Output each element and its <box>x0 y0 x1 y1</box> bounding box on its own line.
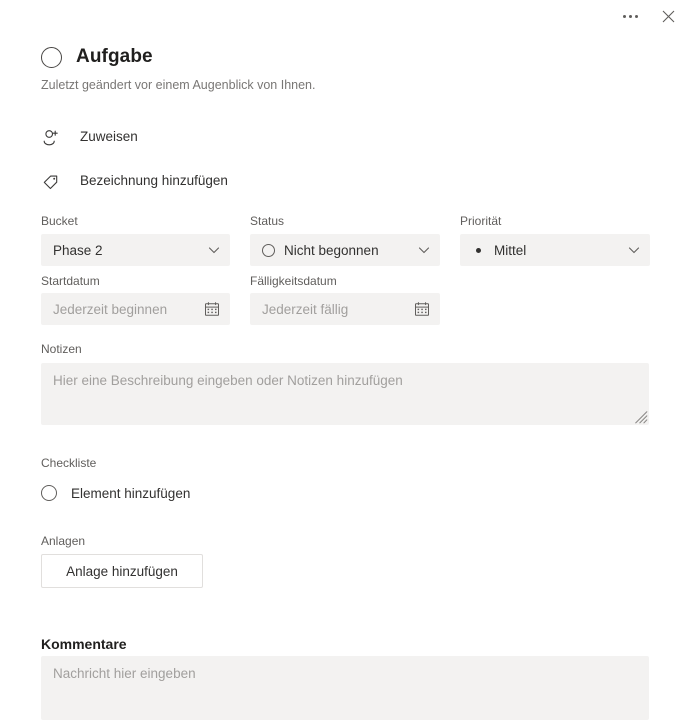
tag-label-icon <box>41 171 62 192</box>
status-select[interactable]: Nicht begonnen <box>250 234 440 266</box>
priority-label: Priorität <box>460 214 502 228</box>
chevron-down-icon <box>418 247 430 254</box>
status-label: Status <box>250 214 285 228</box>
circle-incomplete-icon <box>41 485 57 501</box>
task-title-row: Aufgabe <box>41 45 647 69</box>
assign-label: Zuweisen <box>80 129 138 144</box>
ellipsis-icon <box>622 14 638 18</box>
due-date-field[interactable]: Jederzeit fällig <box>250 293 440 325</box>
chevron-down-icon <box>208 247 220 254</box>
close-button[interactable] <box>649 0 687 32</box>
task-header: Aufgabe Zuletzt geändert vor einem Augen… <box>41 45 647 93</box>
start-date-field[interactable]: Jederzeit beginnen <box>41 293 230 325</box>
window-controls <box>611 0 687 32</box>
start-date-label: Startdatum <box>41 274 100 288</box>
circle-incomplete-icon <box>262 243 275 257</box>
more-options-button[interactable] <box>611 0 649 32</box>
checklist-add-item[interactable]: Element hinzufügen <box>41 482 190 504</box>
dot-medium-icon <box>472 247 485 253</box>
bucket-select[interactable]: Phase 2 <box>41 234 230 266</box>
bucket-label: Bucket <box>41 214 78 228</box>
status-value: Nicht begonnen <box>284 242 379 258</box>
priority-value: Mittel <box>494 242 527 258</box>
due-date-value: Jederzeit fällig <box>262 301 349 317</box>
assign-person-icon <box>41 127 62 148</box>
bucket-value: Phase 2 <box>53 242 103 258</box>
due-date-label: Fälligkeitsdatum <box>250 274 337 288</box>
comments-input[interactable] <box>41 656 649 720</box>
calendar-icon <box>415 302 429 316</box>
add-label-row[interactable]: Bezeichnung hinzufügen <box>41 168 228 194</box>
chevron-down-icon <box>628 247 640 254</box>
assign-row[interactable]: Zuweisen <box>41 124 138 150</box>
circle-incomplete-icon[interactable] <box>41 46 62 68</box>
add-attachment-button[interactable]: Anlage hinzufügen <box>41 554 203 588</box>
start-date-value: Jederzeit beginnen <box>53 301 168 317</box>
task-subtitle: Zuletzt geändert vor einem Augenblick vo… <box>41 78 316 92</box>
priority-select[interactable]: Mittel <box>460 234 650 266</box>
notes-input[interactable] <box>41 363 649 425</box>
checklist-label: Checkliste <box>41 456 97 470</box>
calendar-icon <box>205 302 219 316</box>
attachments-label: Anlagen <box>41 534 86 548</box>
notes-label: Notizen <box>41 342 82 356</box>
add-label-text: Bezeichnung hinzufügen <box>80 173 228 188</box>
page-title[interactable]: Aufgabe <box>76 45 153 69</box>
close-icon <box>662 10 674 22</box>
checklist-add-label: Element hinzufügen <box>71 485 191 501</box>
comments-heading: Kommentare <box>41 636 127 652</box>
